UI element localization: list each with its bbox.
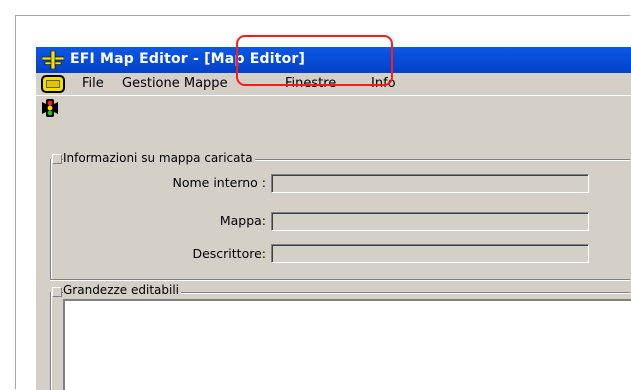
descrittore-label: Descrittore:: [192, 246, 266, 261]
nome-interno-label: Nome interno :: [172, 175, 267, 190]
info-group-checkbox[interactable]: [52, 154, 62, 164]
info-group-bottom-border: [50, 279, 630, 281]
folder-icon[interactable]: [41, 75, 65, 93]
editable-group-left-border: [50, 292, 52, 390]
title-app-name: EFI Map Editor: [70, 51, 188, 67]
editable-list[interactable]: [63, 299, 631, 390]
info-group-left-border: [50, 159, 52, 279]
descrittore-field[interactable]: [271, 244, 589, 263]
highlight-annotation: [236, 35, 393, 86]
toolbar: [36, 95, 631, 120]
app-icon: [42, 51, 64, 69]
mappa-field[interactable]: [271, 212, 589, 231]
app-window: EFI Map Editor - [Map Editor] File Gesti…: [36, 47, 631, 390]
nome-interno-field[interactable]: [271, 174, 589, 193]
menu-file[interactable]: File: [82, 76, 104, 91]
mappa-label: Mappa:: [219, 213, 266, 228]
menu-gestione-mappe[interactable]: Gestione Mappe: [122, 76, 228, 91]
info-group-label: Informazioni su mappa caricata: [63, 151, 255, 165]
title-separator: -: [187, 51, 205, 67]
editable-group-checkbox[interactable]: [52, 287, 62, 297]
editable-group-label: Grandezze editabili: [63, 283, 181, 297]
traffic-light-icon[interactable]: [40, 98, 60, 118]
